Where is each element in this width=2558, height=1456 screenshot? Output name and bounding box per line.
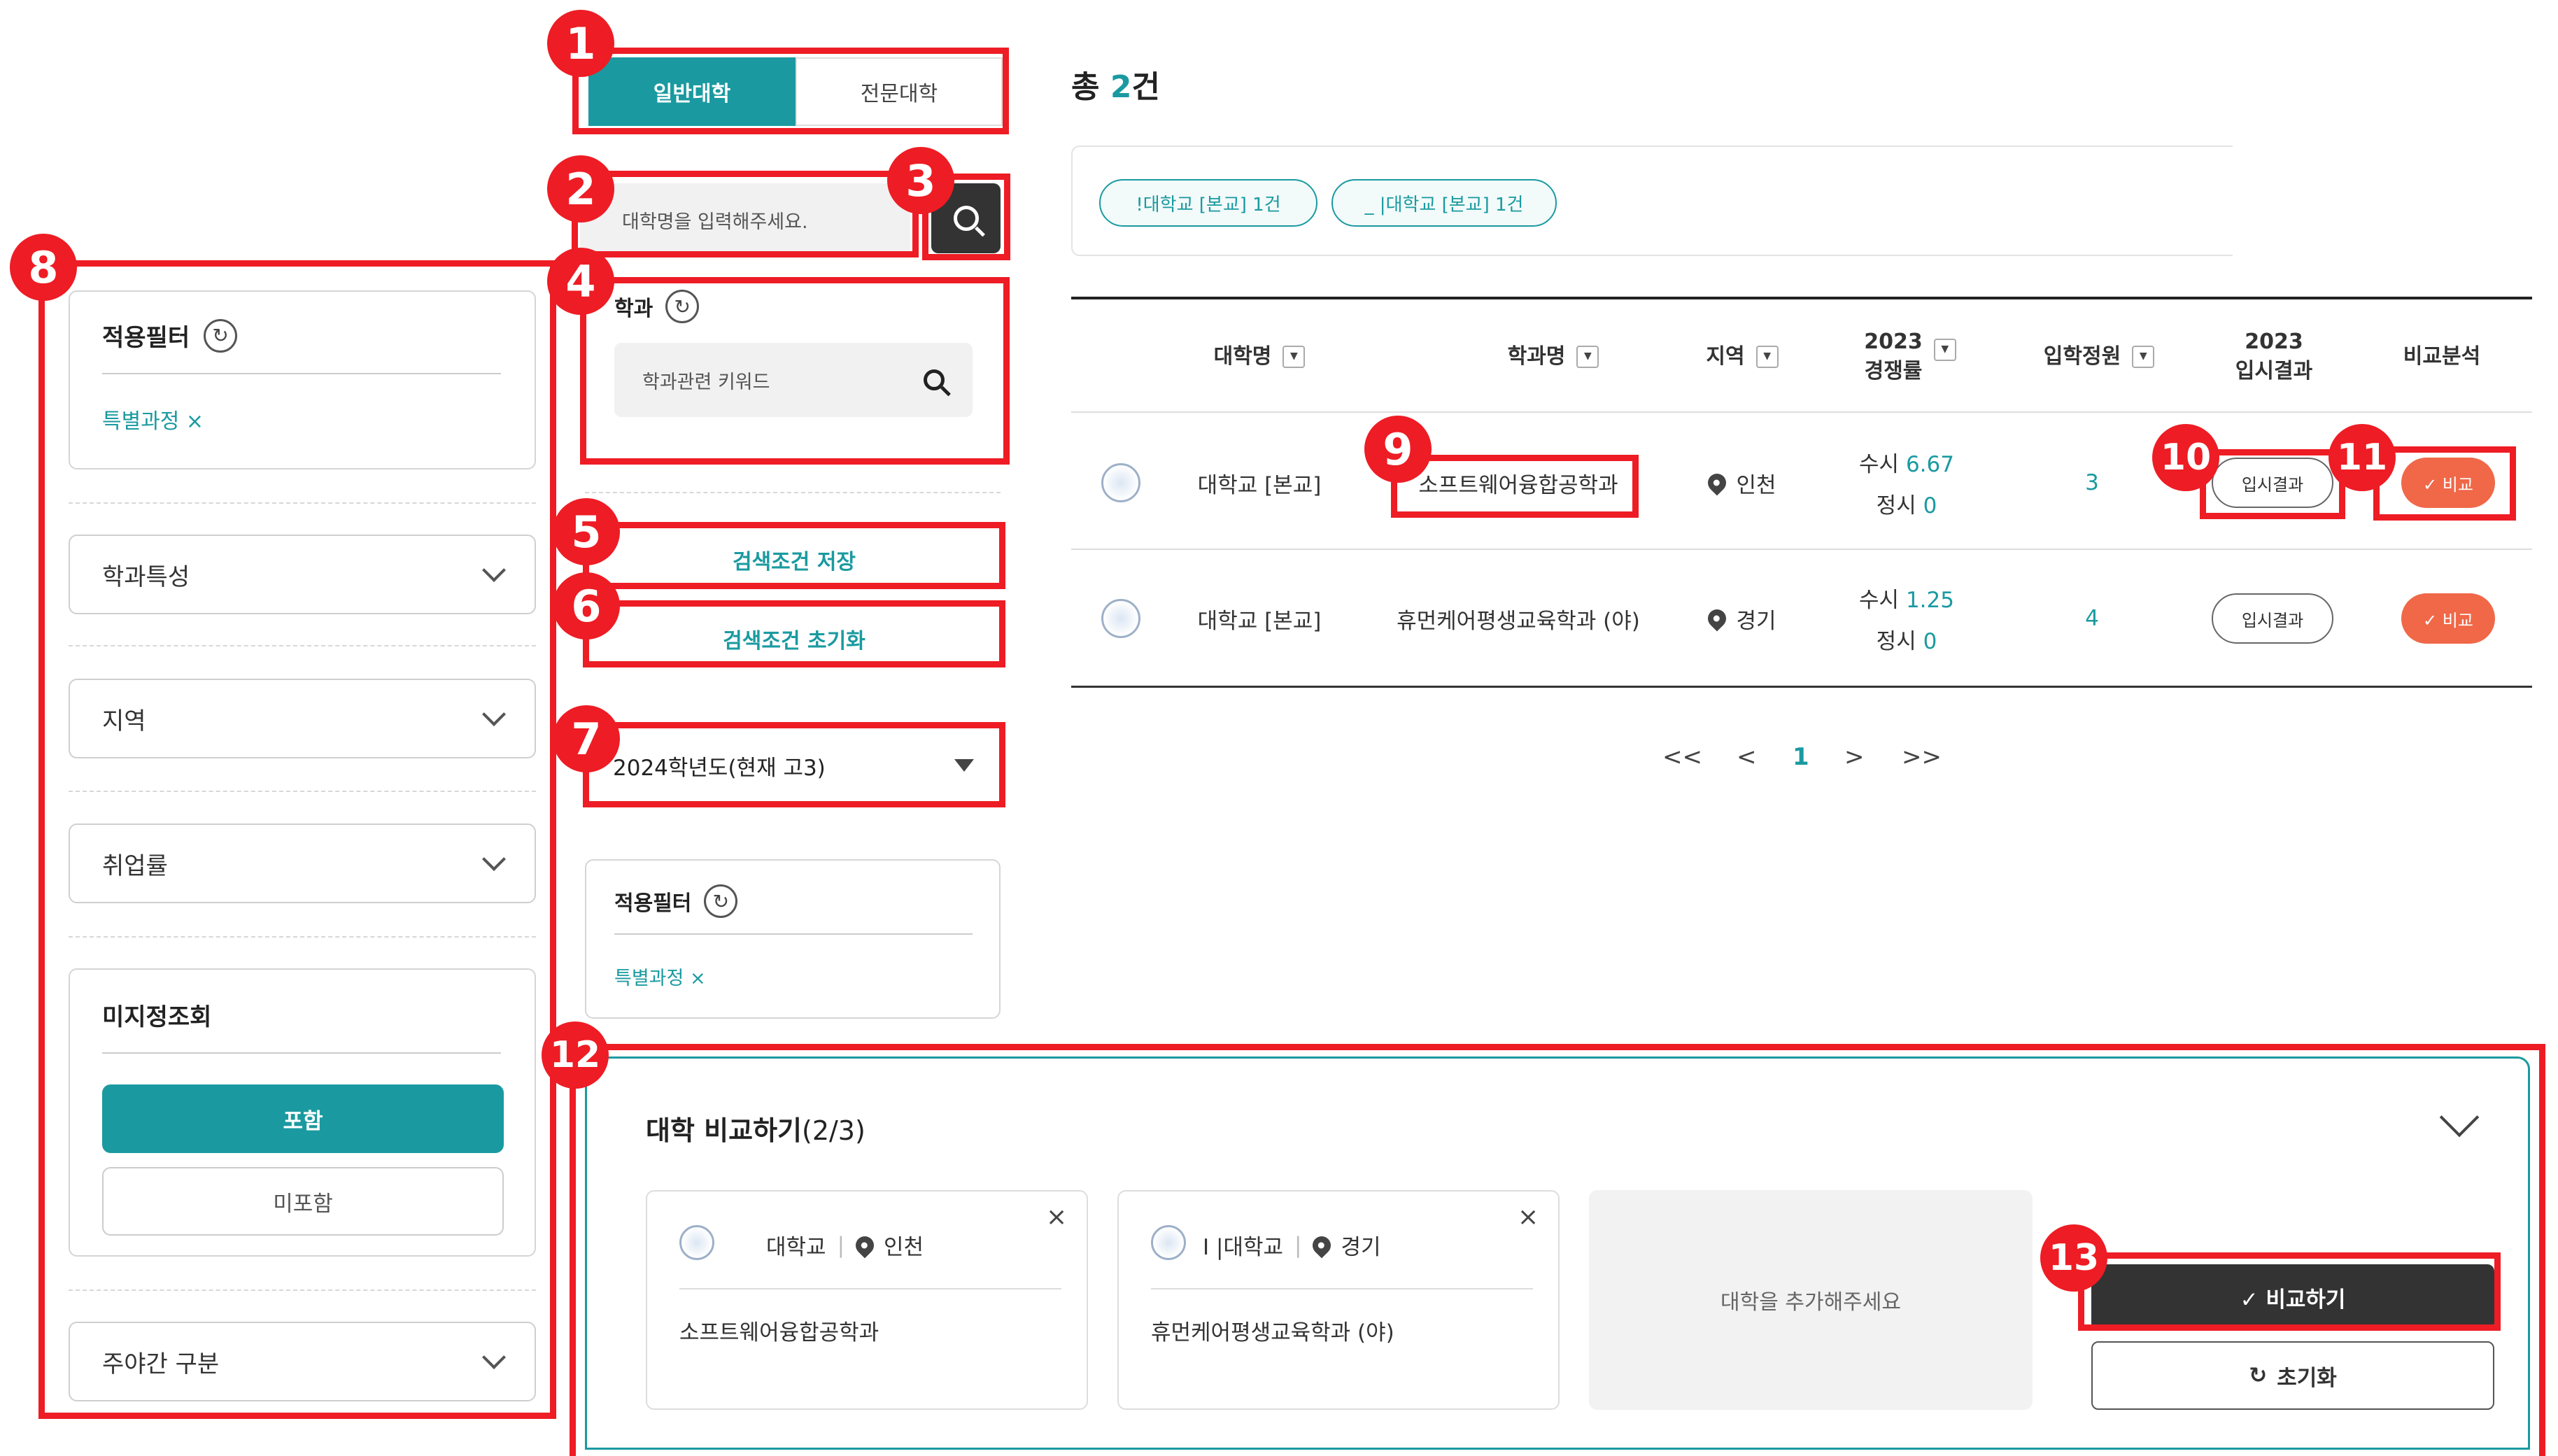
pagination-next[interactable]: > (1844, 743, 1865, 771)
col-header-department[interactable]: 학과명 ▼ (1455, 329, 1651, 385)
annotation-frame-7 (583, 722, 1005, 807)
table-bottom-border (1071, 686, 2532, 688)
row2-admission-result-button[interactable]: 입시결과 (2212, 593, 2333, 644)
col-header-result-name: 입시결과 (2235, 359, 2313, 383)
col-header-competition-name: 경쟁률 (1864, 359, 1923, 383)
annotation-frame-5 (583, 522, 1005, 589)
table-top-border (1071, 297, 2532, 299)
university-logo (1101, 599, 1140, 638)
row1-competition: 수시 6.67 정시 0 (1847, 441, 1966, 525)
col-header-competition-label: 2023 경쟁률 (1864, 327, 1923, 386)
university-chip[interactable]: !대학교 [본교] 1건 (1099, 179, 1317, 227)
annotation-badge-1: 1 (547, 10, 614, 77)
jeongsi-value: 0 (1923, 493, 1937, 518)
jeongsi-label: 정시 (1876, 629, 1916, 654)
annotation-badge-6: 6 (553, 572, 620, 639)
annotation-badge-10: 10 (2152, 424, 2219, 491)
col-header-department-label: 학과명 (1507, 344, 1566, 369)
applied-filter-title: 적용필터 (614, 891, 692, 916)
annotation-frame-8 (38, 260, 556, 1419)
row2-university[interactable]: 대학교 [본교] (1182, 591, 1336, 646)
col-header-region[interactable]: 지역 ▼ (1679, 329, 1805, 385)
row2-region-label: 경기 (1736, 608, 1776, 634)
divider (614, 933, 973, 935)
row2-jeongsi: 정시 0 (1877, 623, 1937, 655)
col-header-university-label: 대학명 (1213, 344, 1272, 369)
col-header-quota-label: 입학정원 (2043, 344, 2121, 369)
annotation-badge-2: 2 (547, 155, 614, 222)
university-chip-bar: !대학교 [본교] 1건 _ |대학교 [본교] 1건 (1071, 146, 2233, 256)
row2-susi: 수시 1.25 (1859, 582, 1954, 614)
annotation-badge-11: 11 (2329, 424, 2396, 491)
row1-region: 인천 (1693, 455, 1791, 511)
col-header-quota[interactable]: 입학정원 ▼ (2015, 329, 2183, 385)
university-chip[interactable]: _ |대학교 [본교] 1건 (1331, 179, 1557, 227)
row2-competition: 수시 1.25 정시 0 (1847, 577, 1966, 660)
row1-jeongsi: 정시 0 (1877, 488, 1937, 519)
row2-region: 경기 (1693, 591, 1791, 646)
location-pin-icon (1704, 469, 1730, 496)
location-pin-icon (1704, 605, 1730, 632)
annotation-frame-2 (572, 171, 919, 257)
sort-icon[interactable]: ▼ (1755, 346, 1779, 368)
filter-chip-special[interactable]: 특별과정 × (614, 963, 706, 990)
university-logo (1101, 463, 1140, 502)
annotation-frame-12 (570, 1044, 2545, 1456)
jeongsi-value: 0 (1923, 629, 1937, 654)
row2-department[interactable]: 휴먼케어평생교육학과 (야) (1364, 591, 1672, 646)
annotation-frame-4 (580, 277, 1010, 465)
col-header-admission-result: 2023 입시결과 (2204, 322, 2344, 392)
annotation-badge-4: 4 (547, 248, 614, 315)
col-header-region-label: 지역 (1706, 344, 1745, 369)
row2-quota: 4 (2085, 606, 2099, 631)
annotation-frame-13 (2078, 1252, 2501, 1331)
sort-icon[interactable]: ▼ (2132, 346, 2155, 368)
row2-compare-button[interactable]: ✓ 비교 (2401, 593, 2495, 644)
col-header-result-year: 2023 (2245, 330, 2303, 354)
pagination-current[interactable]: 1 (1793, 743, 1809, 771)
sort-icon[interactable]: ▼ (1933, 339, 1956, 361)
col-header-competition[interactable]: 2023 경쟁률 ▼ (1833, 322, 1987, 392)
results-total-count: 2 (1110, 69, 1132, 105)
annotation-badge-7: 7 (553, 705, 620, 772)
annotation-badge-12: 12 (542, 1022, 609, 1089)
sort-icon[interactable]: ▼ (1282, 346, 1306, 368)
col-header-university[interactable]: 대학명 ▼ (1161, 329, 1357, 385)
susi-value: 6.67 (1905, 452, 1954, 477)
divider (585, 492, 1001, 493)
annotation-badge-5: 5 (553, 498, 620, 565)
refresh-icon[interactable]: ↻ (704, 884, 738, 918)
row1-quota: 3 (2085, 470, 2099, 495)
jeongsi-label: 정시 (1876, 493, 1916, 518)
annotation-badge-3: 3 (887, 147, 954, 214)
annotation-frame-9 (1391, 455, 1639, 518)
results-total-suffix: 건 (1131, 69, 1160, 105)
annotation-badge-9: 9 (1364, 416, 1432, 483)
susi-value: 1.25 (1905, 588, 1954, 613)
susi-label: 수시 (1859, 588, 1900, 613)
pagination-prev[interactable]: < (1737, 743, 1757, 771)
pagination-last[interactable]: >> (1902, 743, 1942, 771)
row1-susi: 수시 6.67 (1859, 446, 1954, 478)
results-total: 총 2건 (1071, 62, 1160, 106)
sort-icon[interactable]: ▼ (1576, 346, 1599, 368)
susi-label: 수시 (1859, 452, 1900, 477)
results-total-prefix: 총 (1071, 69, 1110, 105)
annotation-frame-6 (583, 600, 1005, 667)
pagination-first[interactable]: << (1662, 743, 1702, 771)
row-divider (1071, 411, 2532, 413)
row1-region-label: 인천 (1736, 472, 1776, 498)
col-header-compare: 비교분석 (2403, 344, 2481, 369)
col-header-competition-year: 2023 (1864, 330, 1923, 354)
applied-filter-card-small: 적용필터 ↻ 특별과정 × (585, 859, 1001, 1019)
row1-university[interactable]: 대학교 [본교] (1182, 455, 1336, 511)
applied-filter-header: 적용필터 ↻ (614, 884, 738, 918)
annotation-frame-1 (572, 48, 1009, 134)
annotation-badge-8: 8 (10, 234, 77, 301)
row-divider (1071, 549, 2532, 550)
annotation-frame-10 (2200, 449, 2345, 519)
annotation-badge-13: 13 (2040, 1224, 2107, 1292)
